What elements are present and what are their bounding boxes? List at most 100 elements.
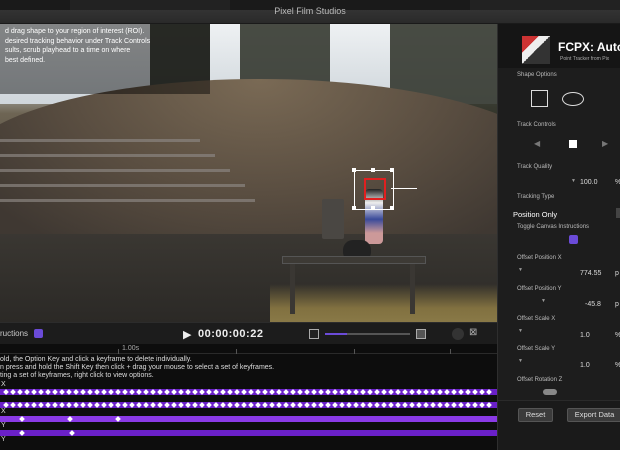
keyframe-marker[interactable]: [10, 389, 16, 395]
keyframe-marker[interactable]: [171, 389, 177, 395]
keyframe-marker[interactable]: [430, 389, 436, 395]
time-ruler[interactable]: 1.00s: [0, 344, 497, 354]
scale-x-value[interactable]: 1.0: [580, 332, 590, 339]
keyframe-marker[interactable]: [318, 389, 324, 395]
keyframe-marker[interactable]: [73, 389, 79, 395]
keyframe-marker[interactable]: [45, 402, 51, 408]
keyframe-marker[interactable]: [437, 389, 443, 395]
keyframe-marker[interactable]: [24, 402, 30, 408]
keyframe-marker[interactable]: [262, 402, 268, 408]
scale-y-value[interactable]: 1.0: [580, 362, 590, 369]
keyframe-marker[interactable]: [255, 389, 261, 395]
keyframe-marker[interactable]: [269, 402, 275, 408]
keyframe-marker[interactable]: [94, 389, 100, 395]
keyframe-track-y[interactable]: [0, 402, 497, 408]
keyframe-marker[interactable]: [87, 402, 93, 408]
stop-icon[interactable]: [569, 140, 577, 148]
keyframe-marker[interactable]: [241, 389, 247, 395]
keyframe-marker[interactable]: [479, 389, 485, 395]
keyframe-marker[interactable]: [486, 389, 492, 395]
keyframe-marker[interactable]: [367, 402, 373, 408]
keyframe-marker[interactable]: [276, 402, 282, 408]
keyframe-marker[interactable]: [402, 389, 408, 395]
keyframe-marker[interactable]: [255, 402, 261, 408]
keyframe-marker[interactable]: [283, 402, 289, 408]
keyframe-marker[interactable]: [374, 402, 380, 408]
keyframe-marker[interactable]: [101, 389, 107, 395]
track-forward-icon[interactable]: ▶: [602, 139, 608, 148]
keyframe-marker[interactable]: [395, 402, 401, 408]
ellipse-shape-icon[interactable]: [562, 92, 584, 106]
keyframe-marker[interactable]: [451, 402, 457, 408]
keyframe-marker[interactable]: [360, 389, 366, 395]
keyframe-marker[interactable]: [115, 416, 121, 422]
keyframe-marker[interactable]: [143, 402, 149, 408]
keyframe-marker[interactable]: [73, 402, 79, 408]
keyframe-marker[interactable]: [59, 402, 65, 408]
track-quality-value[interactable]: 100.0: [580, 179, 598, 186]
keyframe-marker[interactable]: [17, 402, 23, 408]
keyframe-marker[interactable]: [192, 402, 198, 408]
keyframe-marker[interactable]: [339, 389, 345, 395]
keyframe-marker[interactable]: [213, 389, 219, 395]
keyframe-marker[interactable]: [416, 389, 422, 395]
keyframe-marker[interactable]: [66, 389, 72, 395]
toggle-instructions-checkbox[interactable]: [569, 235, 578, 244]
keyframe-marker[interactable]: [115, 402, 121, 408]
keyframe-marker[interactable]: [164, 389, 170, 395]
keyframe-marker[interactable]: [346, 402, 352, 408]
keyframe-track-x[interactable]: [0, 389, 497, 395]
roi-tracker-box[interactable]: [352, 168, 417, 210]
keyframe-marker[interactable]: [59, 389, 65, 395]
keyframe-marker[interactable]: [122, 389, 128, 395]
keyframe-marker[interactable]: [339, 402, 345, 408]
keyframe-timeline[interactable]: 1.00s old, the Option Key and click a ke…: [0, 344, 497, 450]
keyframe-marker[interactable]: [353, 402, 359, 408]
keyframe-marker[interactable]: [416, 402, 422, 408]
keyframe-marker[interactable]: [304, 389, 310, 395]
keyframe-marker[interactable]: [164, 402, 170, 408]
keyframe-marker[interactable]: [360, 402, 366, 408]
keyframe-marker[interactable]: [3, 402, 9, 408]
keyframe-marker[interactable]: [199, 402, 205, 408]
keyframe-marker[interactable]: [248, 402, 254, 408]
keyframe-marker[interactable]: [45, 389, 51, 395]
roi-handle[interactable]: [371, 206, 375, 210]
keyframe-marker[interactable]: [395, 389, 401, 395]
keyframe-marker[interactable]: [66, 402, 72, 408]
keyframe-marker[interactable]: [332, 389, 338, 395]
keyframe-marker[interactable]: [290, 402, 296, 408]
keyframe-marker[interactable]: [353, 389, 359, 395]
keyframe-marker[interactable]: [451, 389, 457, 395]
keyframe-marker[interactable]: [31, 389, 37, 395]
keyframe-marker[interactable]: [38, 389, 44, 395]
keyframe-track-scale-y[interactable]: [0, 430, 497, 436]
zoom-slider[interactable]: [325, 333, 410, 335]
keyframe-marker[interactable]: [332, 402, 338, 408]
keyframe-marker[interactable]: [486, 402, 492, 408]
keyframe-marker[interactable]: [178, 402, 184, 408]
keyframe-marker[interactable]: [346, 389, 352, 395]
keyframe-marker[interactable]: [185, 389, 191, 395]
keyframe-marker[interactable]: [374, 389, 380, 395]
keyframe-marker[interactable]: [157, 402, 163, 408]
zoom-in-icon[interactable]: [416, 329, 426, 339]
keyframe-marker[interactable]: [3, 389, 9, 395]
keyframe-marker[interactable]: [24, 389, 30, 395]
keyframe-marker[interactable]: [38, 402, 44, 408]
offset-y-value[interactable]: -45.8: [585, 301, 601, 308]
instructions-toggle[interactable]: [34, 329, 43, 338]
keyframe-marker[interactable]: [318, 402, 324, 408]
keyframe-marker[interactable]: [402, 402, 408, 408]
keyframe-marker[interactable]: [185, 402, 191, 408]
track-backward-icon[interactable]: ◀: [534, 139, 540, 148]
keyframe-marker[interactable]: [388, 389, 394, 395]
keyframe-marker[interactable]: [311, 402, 317, 408]
keyframe-marker[interactable]: [129, 402, 135, 408]
keyframe-marker[interactable]: [87, 389, 93, 395]
keyframe-marker[interactable]: [472, 389, 478, 395]
keyframe-marker[interactable]: [472, 402, 478, 408]
keyframe-marker[interactable]: [19, 430, 25, 436]
keyframe-track-scale-x[interactable]: [0, 416, 497, 422]
keyframe-marker[interactable]: [465, 389, 471, 395]
